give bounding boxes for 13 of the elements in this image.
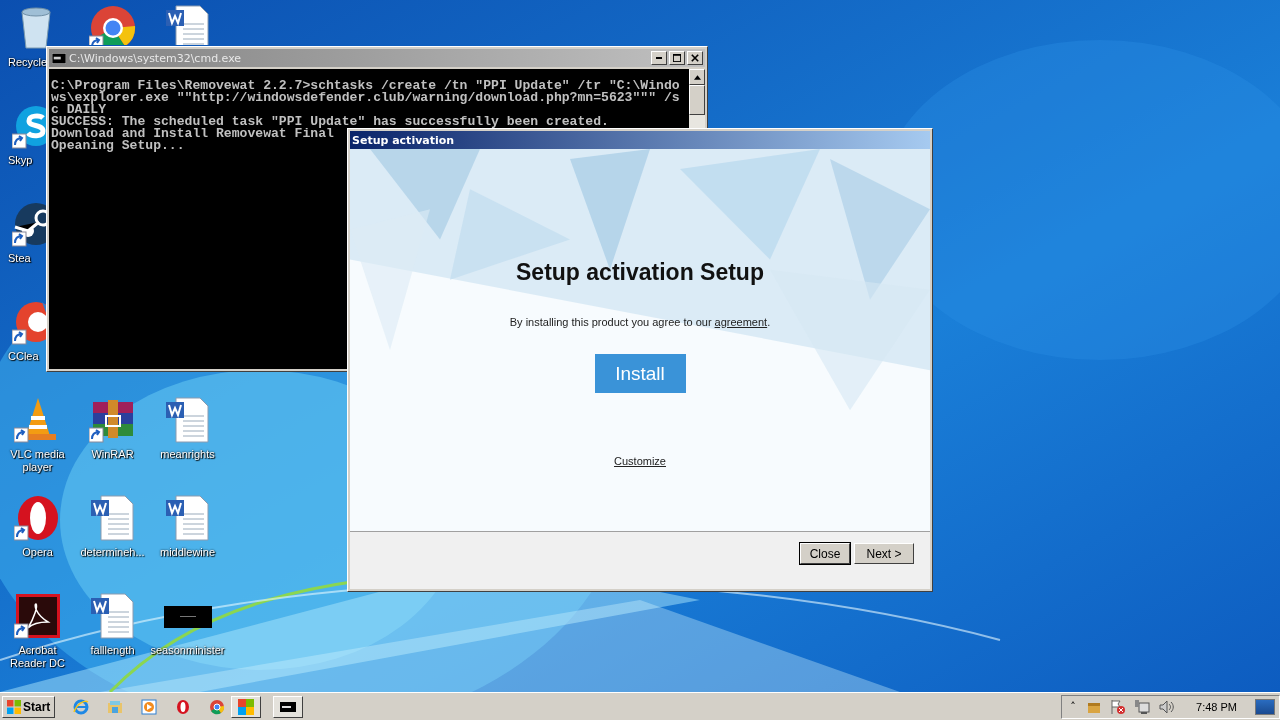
volume-icon[interactable] — [1158, 698, 1175, 715]
show-hidden-icons-button[interactable]: ˄ — [1068, 700, 1079, 713]
browser-icon[interactable] — [209, 698, 226, 715]
show-desktop-button[interactable] — [1255, 698, 1275, 715]
clock[interactable]: 7:48 PM — [1196, 700, 1237, 713]
windows-logo-icon — [7, 699, 21, 714]
taskbar-button[interactable] — [273, 695, 304, 718]
taskbar-button[interactable] — [231, 695, 262, 718]
start-button[interactable]: Start — [2, 695, 56, 718]
browser-icon[interactable] — [175, 698, 192, 715]
windows-logo-icon — [238, 698, 255, 715]
network-icon[interactable] — [1134, 698, 1151, 715]
flag-warning-icon[interactable] — [1110, 698, 1127, 715]
